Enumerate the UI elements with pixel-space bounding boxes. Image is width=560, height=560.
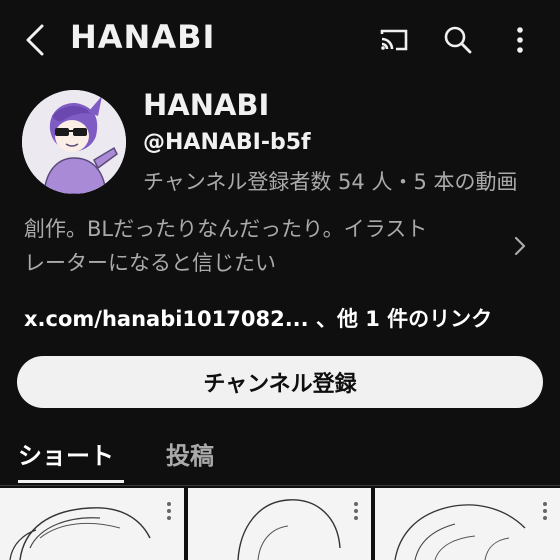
short-thumbnail[interactable] bbox=[188, 488, 371, 560]
sketch-thumbnail-image bbox=[237, 499, 341, 560]
selected-tab-indicator bbox=[18, 480, 124, 483]
more-vert-icon bbox=[167, 502, 171, 520]
short-menu-button[interactable] bbox=[349, 498, 363, 524]
more-options-button[interactable] bbox=[502, 22, 538, 58]
short-thumbnail[interactable] bbox=[375, 488, 560, 560]
search-button[interactable] bbox=[440, 22, 476, 58]
back-icon bbox=[26, 24, 44, 56]
cast-icon bbox=[380, 29, 408, 51]
short-menu-button[interactable] bbox=[538, 498, 552, 524]
subscribe-button[interactable]: チャンネル登録 bbox=[17, 356, 543, 408]
top-bar: HANABI bbox=[0, 0, 560, 80]
cast-button[interactable] bbox=[376, 22, 412, 58]
description-expand[interactable] bbox=[504, 230, 536, 262]
channel-stats: チャンネル登録者数 54 人・5 本の動画 bbox=[143, 170, 518, 194]
search-icon bbox=[444, 26, 472, 54]
sketch-thumbnail-image bbox=[9, 507, 151, 560]
shorts-grid bbox=[0, 488, 560, 560]
channel-description[interactable]: 創作。BLだったりなんだったり。イラスト レーターになると信じたい bbox=[24, 212, 504, 280]
tab-divider bbox=[0, 485, 560, 486]
description-line-2: レーターになると信じたい bbox=[24, 251, 276, 275]
chevron-right-icon bbox=[514, 236, 526, 256]
sketch-thumbnail-image bbox=[394, 504, 526, 560]
avatar-illustration bbox=[22, 90, 126, 194]
more-vert-icon bbox=[543, 502, 547, 520]
external-link[interactable]: x.com/hanabi1017082... bbox=[24, 307, 309, 331]
page-title: HANABI bbox=[70, 18, 216, 56]
more-vert-icon bbox=[517, 27, 523, 53]
description-line-1: 創作。BLだったりなんだったり。イラスト bbox=[24, 217, 428, 241]
more-vert-icon bbox=[354, 502, 358, 520]
short-thumbnail[interactable] bbox=[0, 488, 184, 560]
channel-handle: @HANABI-b5f bbox=[143, 130, 311, 155]
more-links-text[interactable]: 、他 1 件のリンク bbox=[316, 307, 492, 331]
channel-links[interactable]: x.com/hanabi1017082... 、他 1 件のリンク bbox=[24, 303, 492, 333]
back-button[interactable] bbox=[18, 20, 52, 60]
short-menu-button[interactable] bbox=[162, 498, 176, 524]
tab-posts[interactable]: 投稿 bbox=[166, 436, 214, 471]
channel-name: HANABI bbox=[143, 88, 270, 122]
avatar[interactable] bbox=[22, 90, 126, 194]
channel-tabs: ショート 投稿 bbox=[0, 428, 560, 486]
tab-shorts[interactable]: ショート bbox=[18, 436, 114, 471]
